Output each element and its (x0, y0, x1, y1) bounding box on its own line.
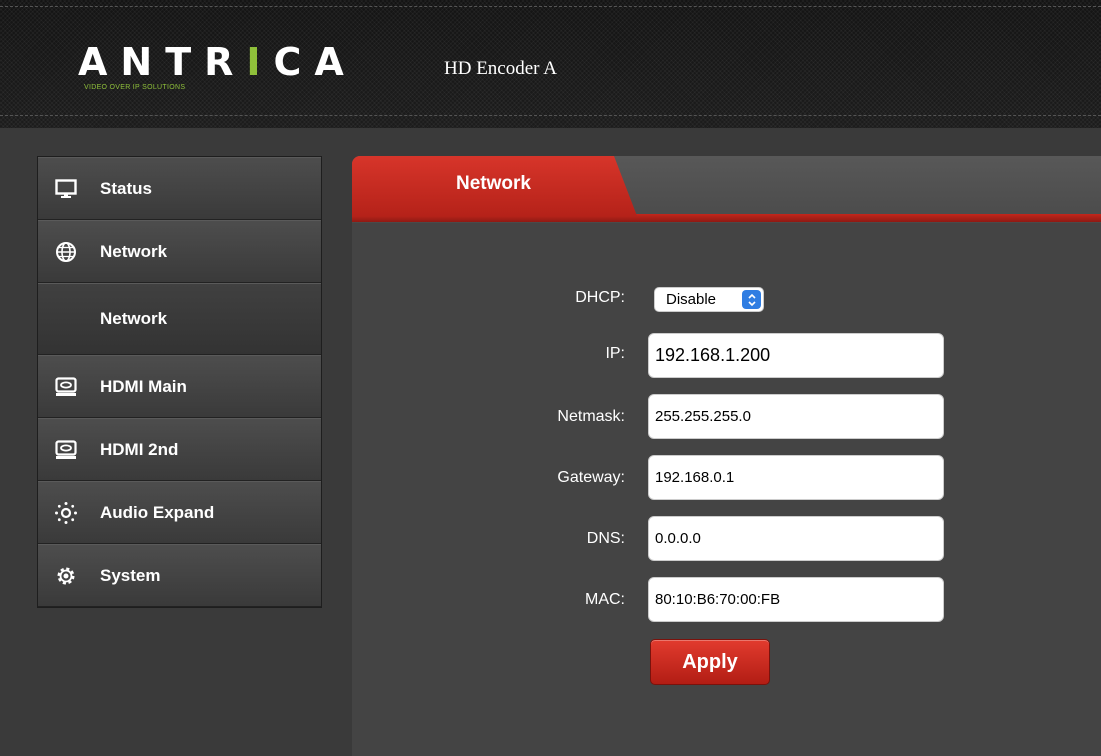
header-divider-bottom (0, 115, 1101, 116)
sidebar-item-label: HDMI 2nd (100, 439, 179, 459)
sidebar-item-label: System (100, 565, 161, 585)
tab-label: Network (456, 173, 531, 194)
apply-button[interactable]: Apply (650, 639, 770, 685)
gateway-input[interactable] (648, 455, 944, 500)
gear-icon (54, 564, 78, 588)
select-arrows-icon (742, 290, 761, 309)
device-title: HD Encoder A (444, 58, 557, 79)
gateway-label: Gateway: (557, 469, 625, 486)
sidebar-item-label: Audio Expand (100, 502, 215, 522)
header-bar: ANTRICA VIDEO OVER IP SOLUTIONS HD Encod… (0, 0, 1101, 128)
globe-icon (54, 240, 78, 264)
mac-label: MAC: (585, 591, 625, 608)
antrica-logo: ANTRICA VIDEO OVER IP SOLUTIONS (78, 40, 348, 100)
dhcp-select-value: Disable (666, 291, 717, 308)
sidebar-item-system[interactable]: System (38, 544, 321, 607)
ip-label: IP: (605, 345, 625, 362)
tab-network[interactable]: Network (352, 156, 637, 216)
netmask-label: Netmask: (557, 408, 625, 425)
sidebar-item-hdmi-2nd[interactable]: HDMI 2nd (38, 418, 321, 481)
sidebar-item-label: Network (100, 241, 168, 261)
sidebar-item-label: Status (100, 178, 152, 198)
sidebar-item-hdmi-main[interactable]: HDMI Main (38, 355, 321, 418)
hdmi-icon (54, 438, 78, 462)
ip-input[interactable] (648, 333, 944, 378)
dns-input[interactable] (648, 516, 944, 561)
dns-label: DNS: (586, 530, 625, 547)
sidebar-item-status[interactable]: Status (38, 157, 321, 220)
logo-tagline: VIDEO OVER IP SOLUTIONS (84, 84, 186, 91)
sidebar-subitem-network[interactable]: Network (38, 283, 321, 355)
logo-wordmark: ANTRICA (78, 40, 357, 84)
hdmi-icon (54, 375, 78, 399)
sidebar-item-label: HDMI Main (100, 376, 187, 396)
mac-input[interactable] (648, 577, 944, 622)
sidebar-menu: Status Network Network HDMI Main HDMI 2n… (37, 156, 322, 608)
monitor-icon (54, 177, 78, 201)
dhcp-label: DHCP: (575, 289, 625, 306)
sidebar-item-network[interactable]: Network (38, 220, 321, 283)
netmask-input[interactable] (648, 394, 944, 439)
audio-icon (54, 501, 78, 525)
sidebar-item-label: Network (100, 309, 168, 328)
dhcp-select[interactable]: Disable (654, 287, 764, 312)
sidebar-item-audio-expand[interactable]: Audio Expand (38, 481, 321, 544)
header-divider-top (0, 6, 1101, 7)
